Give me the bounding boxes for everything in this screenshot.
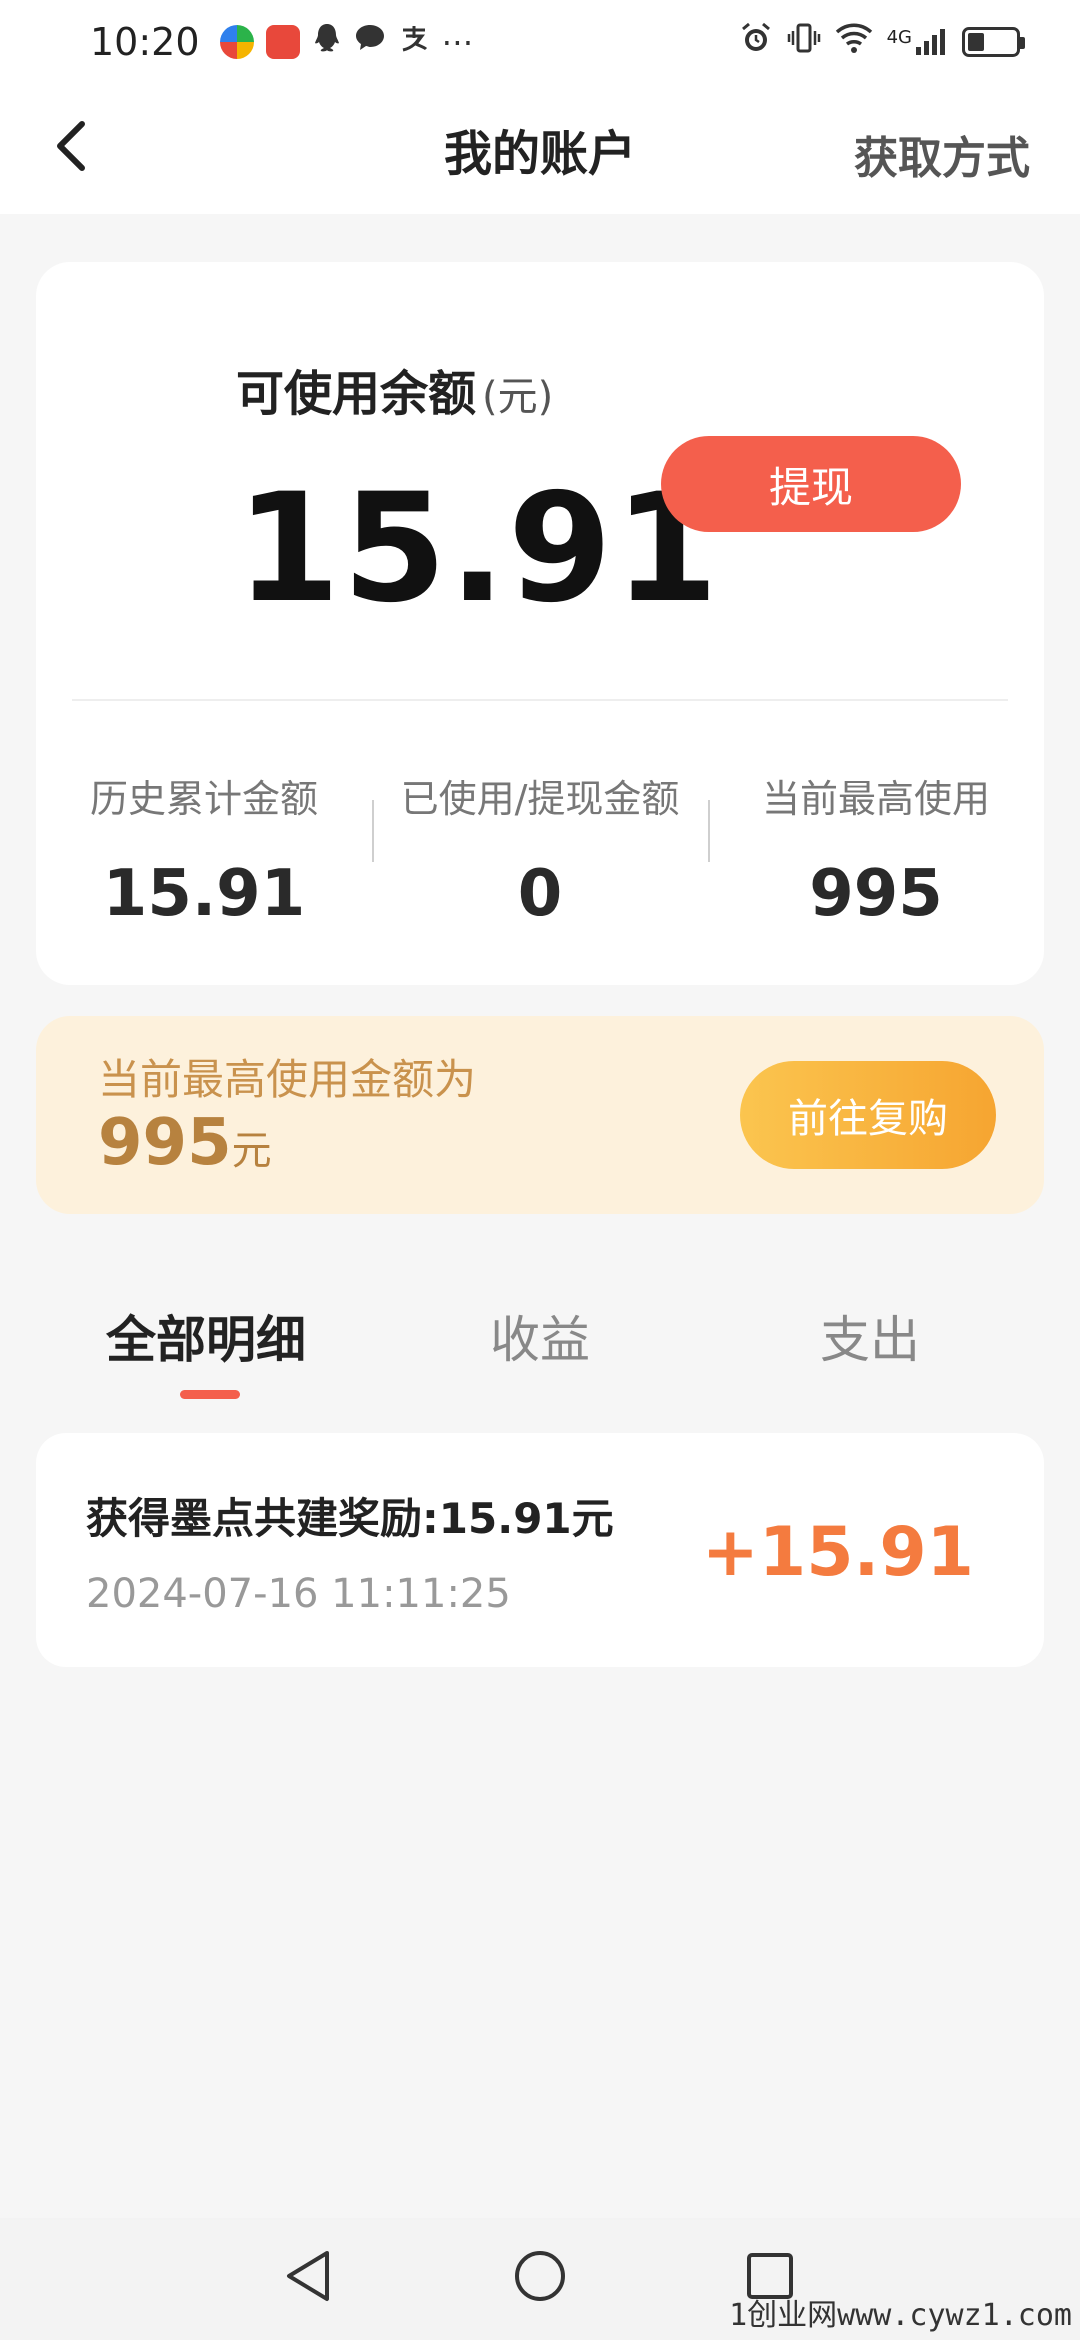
tab-all-details[interactable]: 全部明细: [106, 1300, 306, 1372]
stat-separator: [372, 800, 374, 862]
battery-icon: [962, 27, 1025, 57]
chevron-left-icon: [57, 121, 85, 171]
circle-home-icon: [515, 2251, 565, 2301]
active-tab-indicator: [180, 1390, 240, 1399]
stat-value: 15.91: [102, 857, 306, 931]
record-amount: +15.91: [701, 1513, 974, 1592]
stat-separator: [708, 800, 710, 862]
alipay-icon: [398, 22, 430, 62]
balance-label-text: 可使用余额: [236, 366, 477, 422]
balance-card: 可使用余额 (元) 15.91 提现 历史累计金额 15.91 已使用/提现金额 …: [36, 262, 1044, 985]
promo-amount-number: 995: [98, 1106, 232, 1180]
detail-tabs: 全部明细 收益 支出: [0, 1300, 1080, 1410]
status-bar: 10:20 ⋯ 4G: [0, 0, 1080, 84]
status-time: 10:20: [90, 20, 200, 64]
huawei-app-icon: [265, 25, 300, 59]
page-title: 我的账户: [443, 126, 636, 182]
nav-bar: 我的账户 获取方式: [0, 84, 1080, 214]
back-button[interactable]: [38, 114, 102, 178]
watermark: 1创业网www.cywz1.com: [729, 2298, 1072, 2333]
balance-value: 15.91: [236, 462, 721, 636]
record-title: 获得墨点共建奖励:15.91元: [86, 1494, 614, 1543]
tab-expense[interactable]: 支出: [820, 1300, 920, 1372]
wifi-icon: [835, 22, 873, 62]
balance-unit: (元): [482, 374, 554, 420]
stats-row: 历史累计金额 15.91 已使用/提现金额 0 当前最高使用 995: [36, 762, 1044, 931]
vibrate-icon: [787, 21, 821, 63]
balance-label: 可使用余额 (元): [236, 354, 553, 424]
promo-amount: 995元: [98, 1106, 272, 1180]
more-icon: ⋯: [441, 23, 474, 61]
triangle-back-icon: [287, 2251, 329, 2301]
stat-label: 历史累计金额: [89, 777, 318, 821]
promo-amount-unit: 元: [231, 1128, 272, 1174]
record-time: 2024-07-16 11:11:25: [86, 1571, 511, 1617]
stat-current-max: 当前最高使用 995: [708, 762, 1044, 931]
status-left: 10:20 ⋯: [90, 20, 474, 64]
signal-icon: 4G: [887, 27, 948, 57]
colorful-app-icon: [219, 25, 254, 59]
system-home-button[interactable]: [510, 2246, 570, 2306]
repurchase-button[interactable]: 前往复购: [740, 1061, 996, 1169]
stat-label: 已使用/提现金额: [400, 777, 680, 821]
network-type: 4G: [886, 27, 912, 48]
qq-icon: [312, 22, 342, 62]
list-item[interactable]: 获得墨点共建奖励:15.91元 2024-07-16 11:11:25 +15.…: [36, 1433, 1044, 1667]
promo-banner: 当前最高使用金额为 995元 前往复购: [36, 1016, 1044, 1214]
promo-text: 当前最高使用金额为: [98, 1055, 477, 1104]
chat-bubble-icon: [354, 23, 386, 61]
stat-value: 0: [517, 857, 563, 931]
get-method-link[interactable]: 获取方式: [854, 122, 1030, 186]
system-back-button[interactable]: [278, 2246, 338, 2306]
card-divider: [72, 699, 1008, 701]
stat-label: 当前最高使用: [761, 777, 990, 821]
stat-value: 995: [809, 857, 943, 931]
withdraw-button[interactable]: 提现: [661, 436, 961, 532]
system-nav-bar: 1创业网www.cywz1.com: [0, 2218, 1080, 2340]
stat-used-withdrawn: 已使用/提现金额 0: [372, 762, 708, 931]
alarm-icon: [739, 21, 773, 63]
tab-income[interactable]: 收益: [490, 1300, 590, 1372]
stat-total-history: 历史累计金额 15.91: [36, 762, 372, 931]
status-right: 4G: [739, 21, 1025, 63]
